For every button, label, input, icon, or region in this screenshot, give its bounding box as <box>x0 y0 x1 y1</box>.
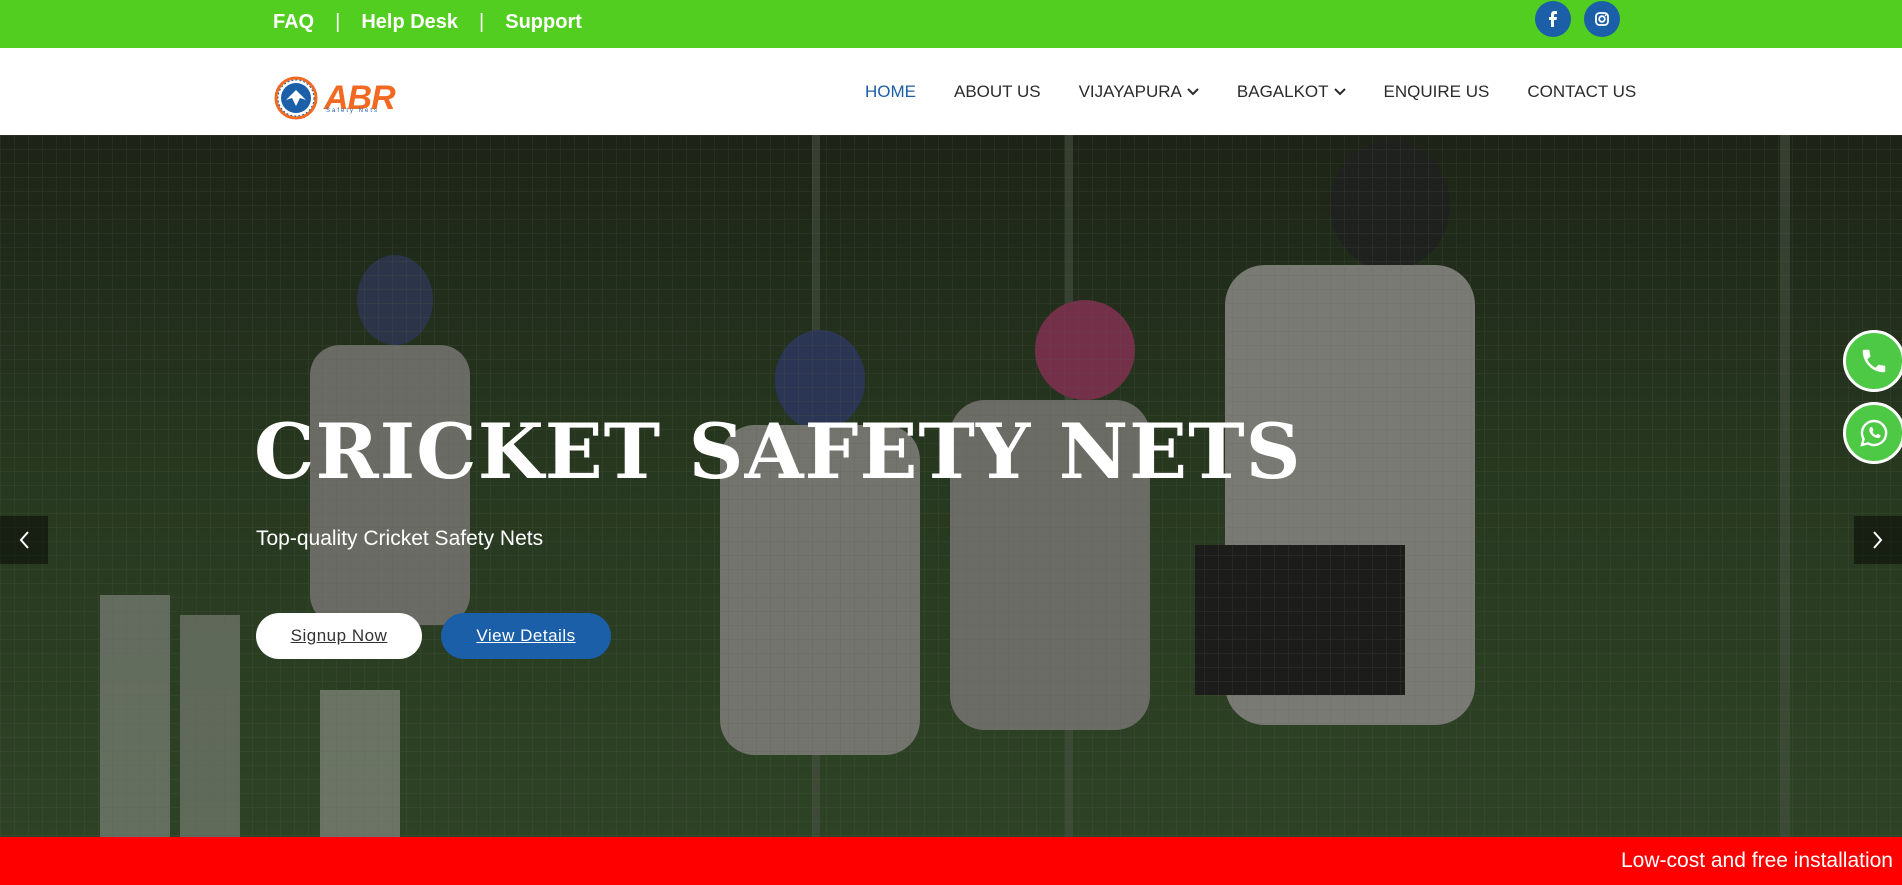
separator: | <box>335 10 341 33</box>
nav-label: BAGALKOT <box>1236 82 1329 101</box>
chevron-right-icon <box>1873 531 1883 549</box>
nav-contact-us[interactable]: CONTACT US <box>1527 82 1636 102</box>
nav-label: CONTACT US <box>1527 82 1637 101</box>
instagram-icon[interactable] <box>1584 1 1620 37</box>
site-logo[interactable]: ABR Safety Nets <box>274 76 414 120</box>
top-bar: FAQ | Help Desk | Support <box>0 0 1902 48</box>
faq-link[interactable]: FAQ <box>273 11 314 34</box>
logo-subtext: Safety Nets <box>326 108 380 114</box>
whatsapp-button[interactable] <box>1843 402 1902 464</box>
view-details-button[interactable]: View Details <box>441 613 611 659</box>
nav-label: HOME <box>865 82 916 101</box>
top-links: FAQ | Help Desk | Support <box>273 0 582 44</box>
ticker-text: Low-cost and free installation <box>1621 849 1893 872</box>
chevron-down-icon <box>1187 88 1199 96</box>
separator: | <box>479 10 485 33</box>
help-desk-link[interactable]: Help Desk <box>361 11 458 34</box>
hero-subtitle: Top-quality Cricket Safety Nets <box>256 527 544 550</box>
slider-prev-button[interactable] <box>0 516 48 564</box>
whatsapp-icon <box>1860 419 1888 447</box>
nav-about-us[interactable]: ABOUT US <box>954 82 1041 102</box>
facebook-icon[interactable] <box>1535 1 1571 37</box>
nav-enquire-us[interactable]: ENQUIRE US <box>1384 82 1490 102</box>
nav-label: ENQUIRE US <box>1383 82 1490 101</box>
hero-slider: CRICKET SAFETY NETS Top-quality Cricket … <box>0 135 1902 837</box>
chevron-down-icon <box>1333 88 1346 96</box>
main-nav: HOME ABOUT US VIJAYAPURA BAGALKOT ENQUIR… <box>865 82 1636 102</box>
phone-call-button[interactable] <box>1843 330 1902 392</box>
nav-label: ABOUT US <box>954 82 1041 101</box>
logo-emblem-icon <box>274 76 318 120</box>
phone-icon <box>1862 349 1886 373</box>
chevron-left-icon <box>19 531 29 549</box>
nav-vijayapura[interactable]: VIJAYAPURA <box>1079 82 1199 102</box>
announcement-ticker: Low-cost and free installation <box>0 837 1902 885</box>
support-link[interactable]: Support <box>505 11 582 34</box>
hero-title: CRICKET SAFETY NETS <box>254 407 1302 496</box>
nav-home[interactable]: HOME <box>865 82 916 102</box>
nav-bagalkot[interactable]: BAGALKOT <box>1237 82 1346 102</box>
nav-label: VIJAYAPURA <box>1078 82 1182 101</box>
signup-button[interactable]: Signup Now <box>256 613 422 659</box>
slider-next-button[interactable] <box>1854 516 1902 564</box>
